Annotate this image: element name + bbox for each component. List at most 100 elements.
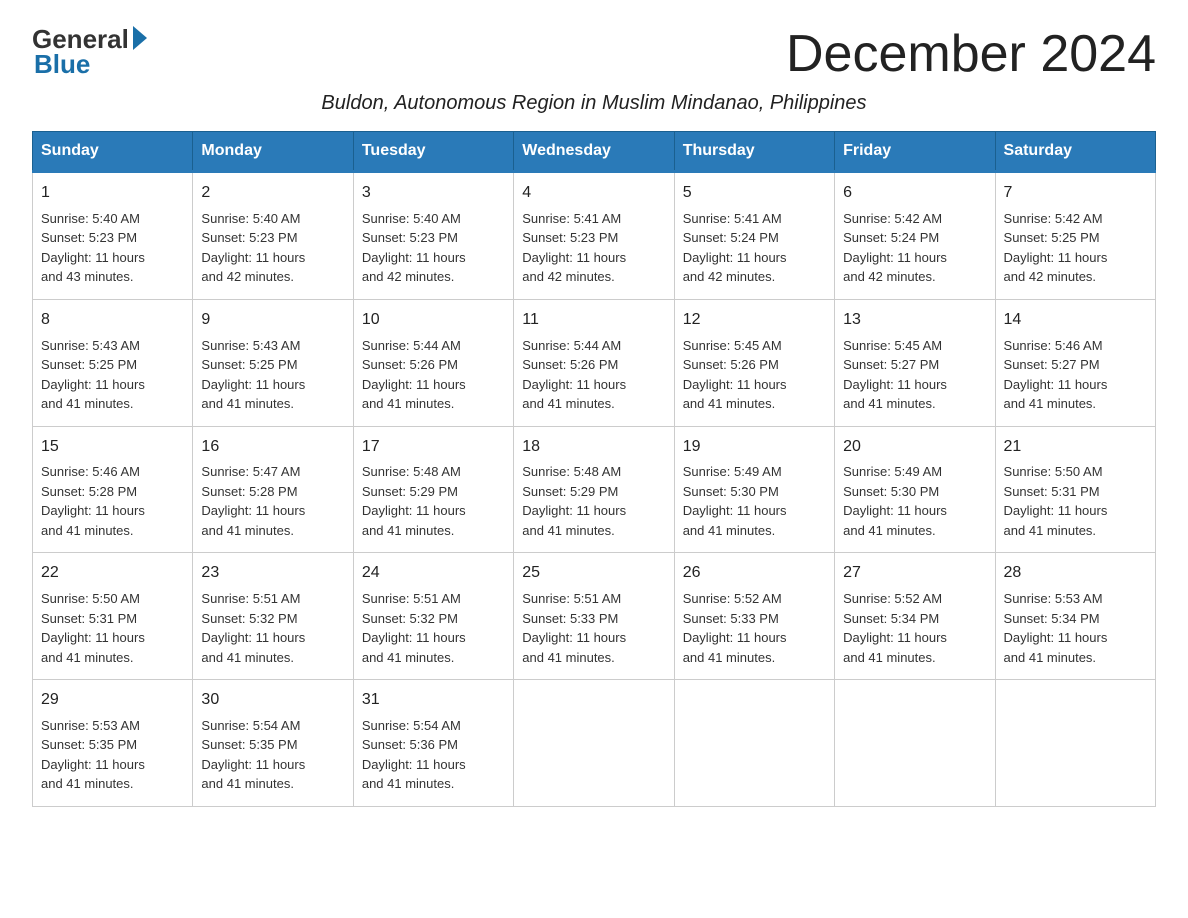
page-title: December 2024: [786, 24, 1156, 84]
calendar-cell: 15Sunrise: 5:46 AMSunset: 5:28 PMDayligh…: [33, 426, 193, 553]
day-number: 12: [683, 308, 826, 333]
day-info: Sunrise: 5:47 AMSunset: 5:28 PMDaylight:…: [201, 462, 344, 540]
day-number: 14: [1004, 308, 1147, 333]
day-number: 1: [41, 181, 184, 206]
calendar-cell: 25 Sunrise: 5:51 AMSunset: 5:33 PMDayligh…: [514, 553, 674, 680]
calendar-cell: 9Sunrise: 5:43 AMSunset: 5:25 PMDaylight…: [193, 299, 353, 426]
day-number: 21: [1004, 435, 1147, 460]
day-info: Sunrise: 5:44 AMSunset: 5:26 PMDaylight:…: [522, 336, 665, 414]
calendar-cell: 20Sunrise: 5:49 AMSunset: 5:30 PMDayligh…: [835, 426, 995, 553]
calendar-cell: 6 Sunrise: 5:42 AMSunset: 5:24 PMDaylight…: [835, 172, 995, 300]
calendar-cell: 17Sunrise: 5:48 AMSunset: 5:29 PMDayligh…: [353, 426, 513, 553]
day-info: Sunrise: 5:40 AMSunset: 5:23 PMDaylight:…: [41, 209, 184, 287]
calendar-cell: 23 Sunrise: 5:51 AMSunset: 5:32 PMDayligh…: [193, 553, 353, 680]
day-info: Sunrise: 5:44 AMSunset: 5:26 PMDaylight:…: [362, 336, 505, 414]
day-number: 11: [522, 308, 665, 333]
page-header: General Blue December 2024: [32, 24, 1156, 84]
calendar-cell: 2 Sunrise: 5:40 AMSunset: 5:23 PMDaylight…: [193, 172, 353, 300]
calendar-cell: 28Sunrise: 5:53 AMSunset: 5:34 PMDayligh…: [995, 553, 1155, 680]
day-info: Sunrise: 5:46 AMSunset: 5:28 PMDaylight:…: [41, 462, 184, 540]
day-info: Sunrise: 5:51 AMSunset: 5:32 PMDaylight:…: [201, 589, 344, 667]
calendar-cell: 14 Sunrise: 5:46 AMSunset: 5:27 PMDayligh…: [995, 299, 1155, 426]
day-info: Sunrise: 5:51 AMSunset: 5:32 PMDaylight:…: [362, 589, 505, 667]
day-info: Sunrise: 5:51 AMSunset: 5:33 PMDaylight:…: [522, 589, 665, 667]
day-number: 13: [843, 308, 986, 333]
day-info: Sunrise: 5:40 AMSunset: 5:23 PMDaylight:…: [201, 209, 344, 287]
logo: General Blue: [32, 24, 147, 80]
calendar-cell: 21Sunrise: 5:50 AMSunset: 5:31 PMDayligh…: [995, 426, 1155, 553]
day-info: Sunrise: 5:50 AMSunset: 5:31 PMDaylight:…: [41, 589, 184, 667]
day-number: 31: [362, 688, 505, 713]
header-tuesday: Tuesday: [353, 132, 513, 172]
calendar-cell: 26Sunrise: 5:52 AMSunset: 5:33 PMDayligh…: [674, 553, 834, 680]
calendar-cell: 5 Sunrise: 5:41 AMSunset: 5:24 PMDaylight…: [674, 172, 834, 300]
calendar-cell: 8 Sunrise: 5:43 AMSunset: 5:25 PMDaylight…: [33, 299, 193, 426]
calendar-week-3: 15Sunrise: 5:46 AMSunset: 5:28 PMDayligh…: [33, 426, 1156, 553]
calendar-cell: 31Sunrise: 5:54 AMSunset: 5:36 PMDayligh…: [353, 680, 513, 807]
day-info: Sunrise: 5:45 AMSunset: 5:26 PMDaylight:…: [683, 336, 826, 414]
day-number: 22: [41, 561, 184, 586]
day-info: Sunrise: 5:45 AMSunset: 5:27 PMDaylight:…: [843, 336, 986, 414]
day-number: 8: [41, 308, 184, 333]
day-info: Sunrise: 5:48 AMSunset: 5:29 PMDaylight:…: [362, 462, 505, 540]
day-number: 25: [522, 561, 665, 586]
day-number: 3: [362, 181, 505, 206]
calendar-cell: 11 Sunrise: 5:44 AMSunset: 5:26 PMDayligh…: [514, 299, 674, 426]
calendar-cell: 7 Sunrise: 5:42 AMSunset: 5:25 PMDaylight…: [995, 172, 1155, 300]
day-info: Sunrise: 5:49 AMSunset: 5:30 PMDaylight:…: [683, 462, 826, 540]
day-number: 10: [362, 308, 505, 333]
day-number: 16: [201, 435, 344, 460]
day-number: 20: [843, 435, 986, 460]
calendar-cell: 27Sunrise: 5:52 AMSunset: 5:34 PMDayligh…: [835, 553, 995, 680]
calendar-table: SundayMondayTuesdayWednesdayThursdayFrid…: [32, 131, 1156, 807]
day-info: Sunrise: 5:46 AMSunset: 5:27 PMDaylight:…: [1004, 336, 1147, 414]
day-number: 18: [522, 435, 665, 460]
day-info: Sunrise: 5:41 AMSunset: 5:23 PMDaylight:…: [522, 209, 665, 287]
calendar-cell: 16Sunrise: 5:47 AMSunset: 5:28 PMDayligh…: [193, 426, 353, 553]
day-number: 15: [41, 435, 184, 460]
day-info: Sunrise: 5:48 AMSunset: 5:29 PMDaylight:…: [522, 462, 665, 540]
calendar-cell: [995, 680, 1155, 807]
header-friday: Friday: [835, 132, 995, 172]
day-info: Sunrise: 5:41 AMSunset: 5:24 PMDaylight:…: [683, 209, 826, 287]
calendar-week-4: 22 Sunrise: 5:50 AMSunset: 5:31 PMDayligh…: [33, 553, 1156, 680]
calendar-cell: 3 Sunrise: 5:40 AMSunset: 5:23 PMDaylight…: [353, 172, 513, 300]
day-number: 4: [522, 181, 665, 206]
day-info: Sunrise: 5:53 AMSunset: 5:34 PMDaylight:…: [1004, 589, 1147, 667]
day-number: 23: [201, 561, 344, 586]
day-info: Sunrise: 5:52 AMSunset: 5:33 PMDaylight:…: [683, 589, 826, 667]
day-info: Sunrise: 5:50 AMSunset: 5:31 PMDaylight:…: [1004, 462, 1147, 540]
day-number: 24: [362, 561, 505, 586]
calendar-week-1: 1 Sunrise: 5:40 AMSunset: 5:23 PMDaylight…: [33, 172, 1156, 300]
day-number: 5: [683, 181, 826, 206]
header-monday: Monday: [193, 132, 353, 172]
day-info: Sunrise: 5:53 AMSunset: 5:35 PMDaylight:…: [41, 716, 184, 794]
day-number: 30: [201, 688, 344, 713]
header-sunday: Sunday: [33, 132, 193, 172]
day-info: Sunrise: 5:43 AMSunset: 5:25 PMDaylight:…: [41, 336, 184, 414]
day-info: Sunrise: 5:43 AMSunset: 5:25 PMDaylight:…: [201, 336, 344, 414]
calendar-cell: 30 Sunrise: 5:54 AMSunset: 5:35 PMDayligh…: [193, 680, 353, 807]
day-number: 17: [362, 435, 505, 460]
calendar-cell: [514, 680, 674, 807]
day-number: 6: [843, 181, 986, 206]
day-info: Sunrise: 5:40 AMSunset: 5:23 PMDaylight:…: [362, 209, 505, 287]
day-info: Sunrise: 5:49 AMSunset: 5:30 PMDaylight:…: [843, 462, 986, 540]
calendar-cell: 10 Sunrise: 5:44 AMSunset: 5:26 PMDayligh…: [353, 299, 513, 426]
day-info: Sunrise: 5:42 AMSunset: 5:25 PMDaylight:…: [1004, 209, 1147, 287]
header-saturday: Saturday: [995, 132, 1155, 172]
day-info: Sunrise: 5:54 AMSunset: 5:35 PMDaylight:…: [201, 716, 344, 794]
day-info: Sunrise: 5:42 AMSunset: 5:24 PMDaylight:…: [843, 209, 986, 287]
calendar-cell: [674, 680, 834, 807]
calendar-cell: 1 Sunrise: 5:40 AMSunset: 5:23 PMDaylight…: [33, 172, 193, 300]
calendar-cell: 19Sunrise: 5:49 AMSunset: 5:30 PMDayligh…: [674, 426, 834, 553]
calendar-week-5: 29 Sunrise: 5:53 AMSunset: 5:35 PMDayligh…: [33, 680, 1156, 807]
day-number: 29: [41, 688, 184, 713]
calendar-cell: [835, 680, 995, 807]
header-thursday: Thursday: [674, 132, 834, 172]
header-wednesday: Wednesday: [514, 132, 674, 172]
day-number: 2: [201, 181, 344, 206]
logo-blue-text: Blue: [34, 49, 90, 80]
day-number: 7: [1004, 181, 1147, 206]
day-number: 27: [843, 561, 986, 586]
